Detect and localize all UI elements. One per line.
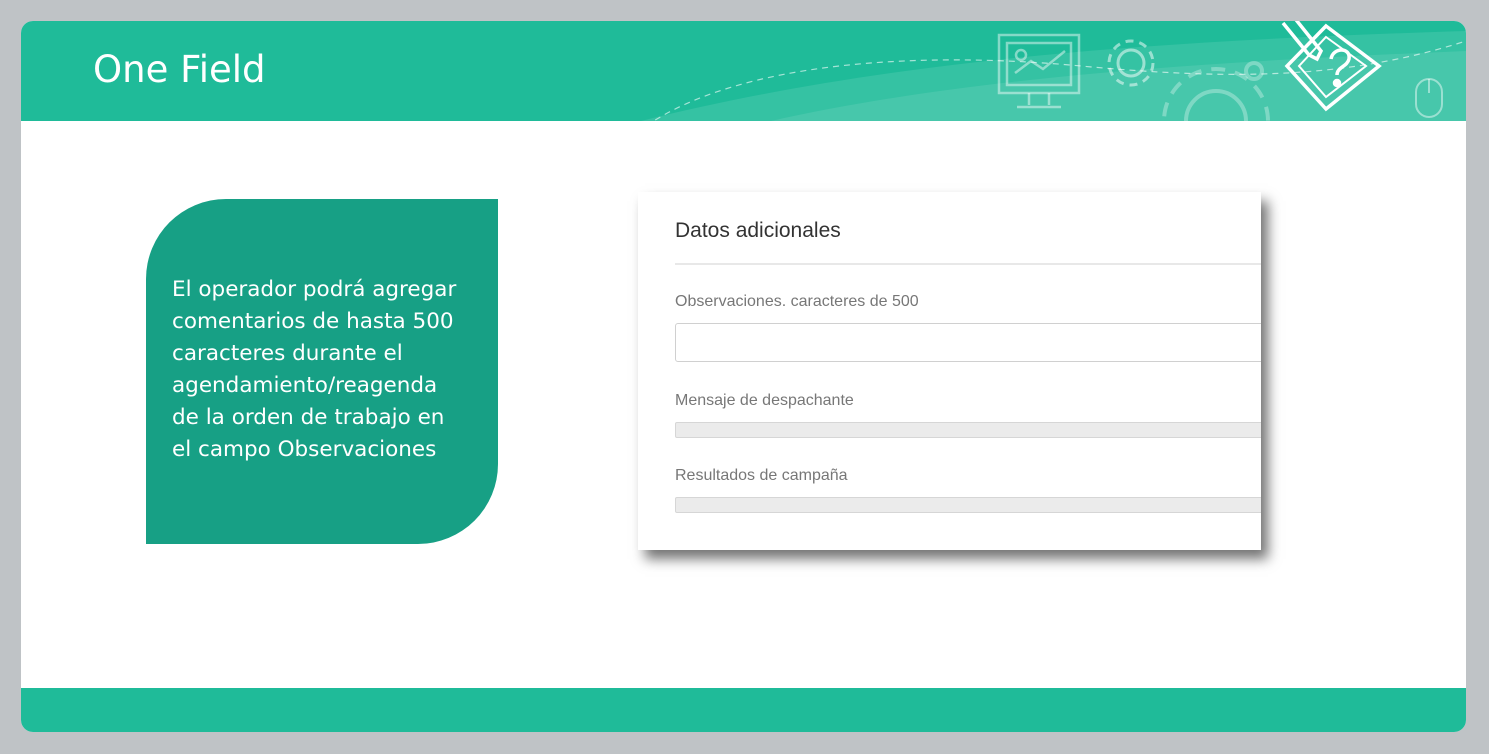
mensaje-despachante-field xyxy=(675,422,1261,438)
callout-line: El operador podrá agregar xyxy=(172,277,457,302)
slide-title: One Field xyxy=(93,48,266,91)
callout-line: caracteres durante el xyxy=(172,341,403,366)
additional-data-form-screenshot: Datos adicionales Observaciones. caracte… xyxy=(638,192,1261,550)
slide: One Field El operador podrá agregar come… xyxy=(21,21,1466,732)
footer-banner xyxy=(21,688,1466,732)
mensaje-despachante-label: Mensaje de despachante xyxy=(675,392,854,409)
header-banner: One Field xyxy=(21,21,1466,121)
resultados-campana-field xyxy=(675,497,1261,513)
resultados-campana-label: Resultados de campaña xyxy=(675,467,848,484)
callout-line: el campo Observaciones xyxy=(172,437,437,462)
callout-line: agendamiento/reagenda xyxy=(172,373,438,398)
description-callout: El operador podrá agregar comentarios de… xyxy=(146,199,498,544)
callout-text: El operador podrá agregar comentarios de… xyxy=(172,274,484,466)
form-section-title: Datos adicionales xyxy=(675,219,841,242)
callout-line: comentarios de hasta 500 xyxy=(172,309,454,334)
observaciones-label: Observaciones. caracteres de 500 xyxy=(675,293,919,310)
callout-line: de la orden de trabajo en xyxy=(172,405,445,430)
form-divider xyxy=(675,263,1261,265)
observaciones-input[interactable] xyxy=(675,323,1261,362)
